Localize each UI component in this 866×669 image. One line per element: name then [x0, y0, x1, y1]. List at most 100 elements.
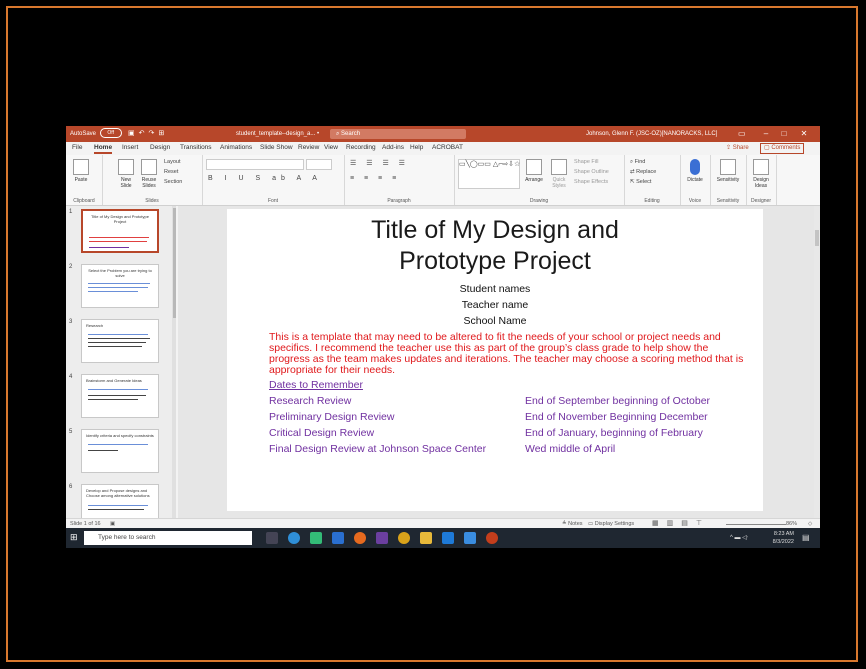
sensitivity-button[interactable]: Sensitivity — [712, 159, 744, 183]
shape-fill-button[interactable]: Shape Fill — [574, 159, 598, 165]
review-date[interactable]: Wed middle of April — [525, 443, 615, 455]
select-button[interactable]: ⇱ Select — [630, 179, 651, 185]
outlook-icon[interactable] — [442, 532, 454, 544]
search-box[interactable]: ⌕ Search — [330, 129, 466, 139]
list-icons[interactable]: ☰ ☰ ☰ ☰ — [350, 159, 409, 167]
slide-thumbnail-3[interactable]: Research — [81, 319, 159, 363]
quick-styles-button[interactable]: Quick Styles — [548, 159, 570, 189]
ribbon-home: Paste Clipboard New Slide Reuse Slides L… — [66, 155, 820, 206]
layout-button[interactable]: Layout — [164, 159, 181, 165]
review-name[interactable]: Critical Design Review — [269, 427, 374, 439]
autosave-toggle[interactable]: AutoSave Off — [70, 126, 122, 142]
close-icon[interactable]: ✕ — [794, 126, 814, 142]
align-icons[interactable]: ≡ ≡ ≡ ≡ — [350, 175, 400, 182]
system-tray-icons[interactable]: ^ ▬ ◁ᐧ — [730, 534, 748, 541]
slide-thumbnail-1[interactable]: Title of My Design and Prototype Project — [81, 209, 159, 253]
slide-thumbnail-6[interactable]: Develop and Propose designs and Choose a… — [81, 484, 159, 518]
find-button[interactable]: ⌕ Find — [630, 159, 645, 166]
save-icon[interactable]: ▣ — [128, 130, 139, 137]
dictate-button[interactable]: Dictate — [683, 159, 707, 183]
review-name[interactable]: Final Design Review at Johnson Space Cen… — [269, 443, 486, 455]
mail-icon[interactable] — [332, 532, 344, 544]
font-name-box[interactable] — [206, 159, 304, 170]
tab-slide-show[interactable]: Slide Show — [260, 143, 293, 153]
zoom-slider[interactable] — [726, 524, 786, 525]
tab-animations[interactable]: Animations — [220, 143, 252, 153]
group-slides: New Slide Reuse Slides Layout Reset Sect… — [102, 155, 203, 205]
reset-button[interactable]: Reset — [164, 169, 178, 175]
tab-file[interactable]: File — [72, 143, 82, 153]
account-name[interactable]: Johnson, Glenn F. (JSC-OZ)[NANORACKS, LL… — [586, 126, 717, 142]
reuse-slides-button[interactable]: Reuse Slides — [138, 159, 160, 189]
slide-thumbnail-4[interactable]: Brainstorm and Generate Ideas — [81, 374, 159, 418]
slide-thumbnail-5[interactable]: Identify criteria and specify constraint… — [81, 429, 159, 473]
review-date[interactable]: End of January, beginning of February — [525, 427, 703, 439]
slide-thumbnail-2[interactable]: Select the Problem you are trying to sol… — [81, 264, 159, 308]
windows-start-icon[interactable]: ⊞ — [70, 532, 78, 543]
task-view-icon[interactable] — [266, 532, 278, 544]
tab-add-ins[interactable]: Add-ins — [382, 143, 404, 153]
thumb-line — [88, 291, 138, 292]
tab-design[interactable]: Design — [150, 143, 170, 153]
section-button[interactable]: Section — [164, 179, 182, 185]
tab-home[interactable]: Home — [94, 143, 113, 154]
thumb-line — [88, 287, 148, 288]
edge-icon[interactable] — [288, 532, 300, 544]
font-size-box[interactable] — [306, 159, 332, 170]
tab-view[interactable]: View — [324, 143, 338, 153]
canvas-scroll-thumb[interactable] — [815, 230, 819, 246]
notification-icon[interactable]: ▤ — [802, 533, 810, 542]
autosave-label: AutoSave — [70, 131, 97, 137]
canvas-scrollbar[interactable] — [814, 206, 820, 518]
template-note[interactable]: This is a template that may need to be a… — [269, 332, 751, 376]
file-explorer-icon[interactable] — [420, 532, 432, 544]
slide-title[interactable]: Title of My Design and Prototype Project — [227, 215, 763, 277]
clock[interactable]: 8:23 AM 8/3/2022 — [762, 530, 794, 546]
review-date[interactable]: End of November Beginning December — [525, 411, 708, 423]
chrome-icon[interactable] — [398, 532, 410, 544]
school-name[interactable]: School Name — [227, 315, 763, 327]
autosave-switch[interactable]: Off — [99, 128, 122, 139]
tab-insert[interactable]: Insert — [122, 143, 138, 153]
tab-acrobat[interactable]: ACROBAT — [432, 143, 463, 153]
undo-icon[interactable]: ↶ — [139, 130, 149, 137]
shape-outline-button[interactable]: Shape Outline — [574, 169, 609, 175]
dates-heading[interactable]: Dates to Remember — [269, 379, 363, 391]
present-icon[interactable]: ⊞ — [158, 130, 168, 137]
comments-button[interactable]: ▢ Comments — [760, 143, 805, 154]
review-date[interactable]: End of September beginning of October — [525, 395, 710, 407]
font-format-icons[interactable]: B I U S ab A A — [208, 175, 322, 182]
tab-recording[interactable]: Recording — [346, 143, 376, 153]
store-icon[interactable] — [310, 532, 322, 544]
shapes-gallery[interactable]: ▭╲◯▭▭ △⌐⇨⇩☆ — [458, 159, 520, 189]
arrange-label: Arrange — [525, 177, 543, 183]
teacher-name[interactable]: Teacher name — [227, 299, 763, 311]
thumb-title: Select the Problem you are trying to sol… — [88, 268, 152, 278]
share-button[interactable]: ⇪ Share — [726, 144, 749, 151]
ribbon-display-icon[interactable]: ▭ — [738, 126, 746, 142]
paste-button[interactable]: Paste — [70, 159, 92, 183]
maximize-icon[interactable]: □ — [776, 126, 792, 142]
thumbnail-scroll-thumb[interactable] — [173, 208, 176, 318]
teams-icon[interactable] — [376, 532, 388, 544]
tab-review[interactable]: Review — [298, 143, 319, 153]
current-slide[interactable]: Title of My Design and Prototype Project… — [227, 209, 763, 511]
tab-transitions[interactable]: Transitions — [180, 143, 212, 153]
thumb-title: Brainstorm and Generate Ideas — [86, 378, 142, 383]
taskbar-search[interactable]: Type here to search — [84, 531, 252, 545]
minimize-icon[interactable]: – — [758, 126, 774, 142]
review-name[interactable]: Research Review — [269, 395, 351, 407]
arrange-button[interactable]: Arrange — [522, 159, 546, 183]
replace-button[interactable]: ⇄ Replace — [630, 169, 656, 175]
design-ideas-button[interactable]: Design Ideas — [748, 159, 774, 189]
student-names[interactable]: Student names — [227, 283, 763, 295]
app-icon[interactable] — [464, 532, 476, 544]
new-slide-button[interactable]: New Slide — [116, 159, 136, 189]
shape-effects-button[interactable]: Shape Effects — [574, 179, 608, 185]
tab-help[interactable]: Help — [410, 143, 423, 153]
review-name[interactable]: Preliminary Design Review — [269, 411, 394, 423]
firefox-icon[interactable] — [354, 532, 366, 544]
document-title[interactable]: student_template--design_a... • — [236, 126, 319, 142]
redo-icon[interactable]: ↷ — [149, 130, 159, 137]
powerpoint-taskbar-icon[interactable] — [486, 532, 498, 544]
